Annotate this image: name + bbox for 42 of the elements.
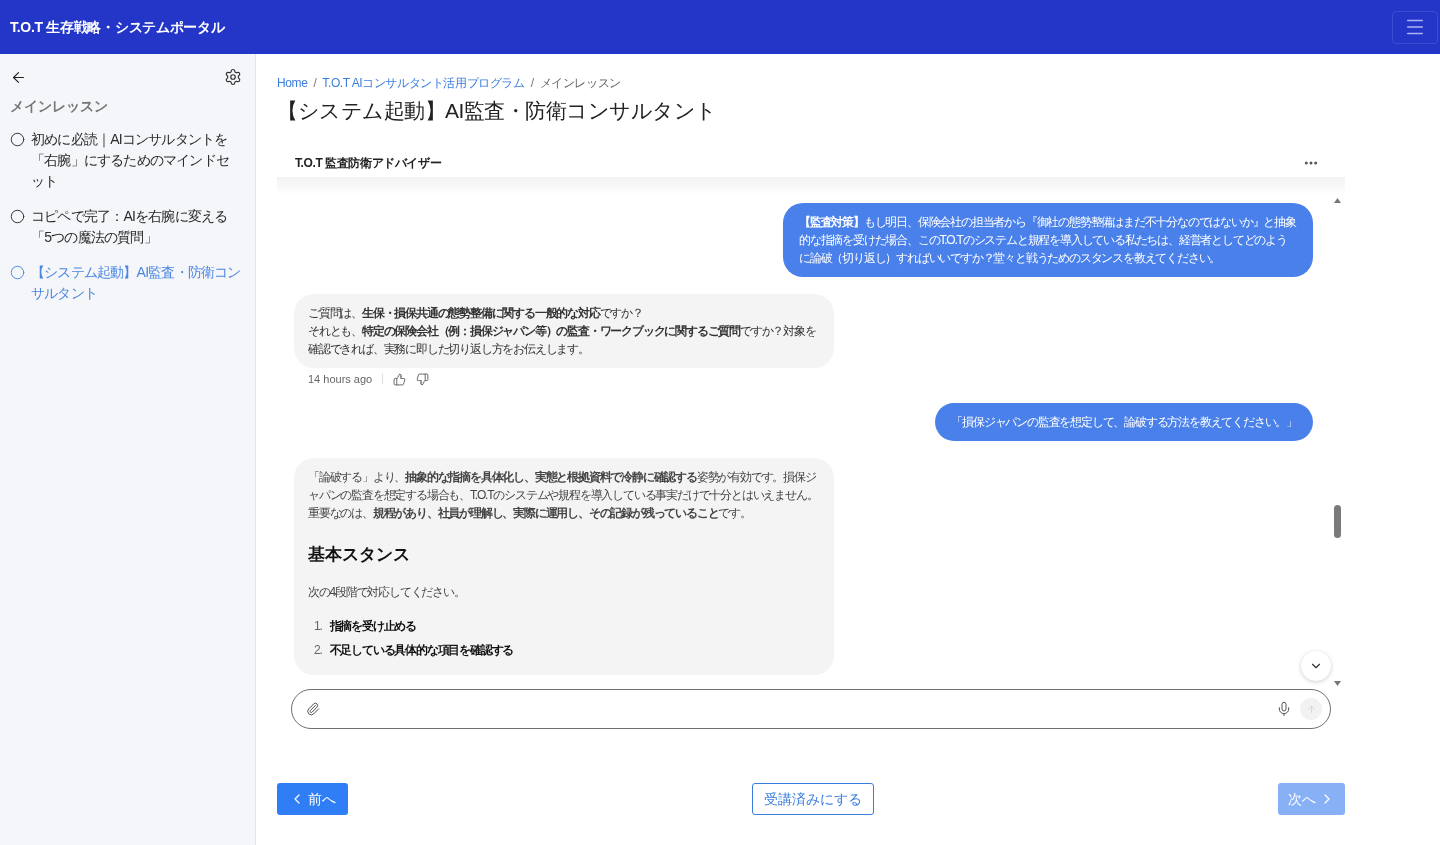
scrollbar-thumb[interactable] (1334, 505, 1341, 538)
message-time: 14 hours ago (308, 371, 373, 387)
attach-button[interactable] (306, 702, 320, 716)
breadcrumb-current: メインレッスン (539, 75, 621, 91)
thumbs-up-button[interactable] (393, 372, 407, 386)
thumbs-down-button[interactable] (416, 372, 430, 386)
lesson-link[interactable]: 初めに必読｜AIコンサルタントを「右腕」にするためのマインドセット (10, 129, 245, 192)
lesson-link[interactable]: コピペで完了：AIを右腕に変える「5つの魔法の質問」 (10, 206, 245, 248)
scroll-up-icon[interactable] (1334, 198, 1341, 203)
list-number: 1. (314, 618, 322, 635)
paperclip-icon (306, 702, 320, 716)
sidebar-section-title: メインレッスン (10, 97, 109, 116)
settings-button[interactable] (224, 68, 242, 86)
list-item-text: 指摘を受け止める (329, 618, 416, 635)
voice-input-button[interactable] (1276, 701, 1292, 717)
chat-title: T.O.T 監査防衛アドバイザー (295, 155, 442, 172)
previous-button[interactable]: 前へ (277, 783, 348, 815)
user-message: 「損保ジャパンの監査を想定して、論破する方法を教えてください。」 (935, 403, 1313, 441)
user-message: 【監査対策】もし明日、保険会社の担当者から『御社の態勢整備はまだ不十分なのではないか』と抽象的な指摘を受けた場合、このT.O.Tのシステムと規程を導入している私たちは、経営者としてどのように論破（切り返し）すればいいですか？堂々と戦うためのスタンスを教えてください。 (783, 203, 1313, 277)
breadcrumb-link[interactable]: Home (277, 75, 308, 91)
list-item-text: 不足している具体的な項目を確認する (329, 642, 514, 659)
site-title: T.O.T 生存戦略・システムポータル (10, 17, 225, 37)
microphone-icon (1276, 701, 1292, 717)
breadcrumb-separator: / (313, 75, 317, 91)
mark-complete-button[interactable]: 受講済みにする (752, 783, 874, 815)
thumbs-up-icon (393, 372, 407, 386)
lesson-link[interactable]: 【システム起動】AI監査・防衛コンサルタント (10, 262, 245, 304)
scroll-down-icon[interactable] (1334, 681, 1341, 686)
page-title: 【システム起動】AI監査・防衛コンサルタント (277, 98, 718, 124)
menu-button[interactable] (1392, 10, 1438, 44)
send-arrow-icon (1305, 703, 1317, 715)
message-text: ご質問は、生保・損保共通の態勢整備に関する一般的な対応ですか？ (308, 305, 644, 322)
list-number: 2. (314, 642, 322, 659)
breadcrumb-separator: / (530, 75, 534, 91)
settings-icon (224, 68, 242, 86)
breadcrumb-link[interactable]: T.O.T AIコンサルタント活用プログラム (322, 75, 525, 91)
message-heading: 基本スタンス (308, 544, 411, 566)
thumbs-down-icon (416, 372, 430, 386)
message-text: 「論破する」より、抽象的な指摘を具体化し、実態と根拠資料で冷静に確認する姿勢が有効です。損保ジャパンの監査を想定する場合も、T.O.Tのシステムや規程を導入している事実だけで十分とはいえません。重要なのは、規程があり、社員が理解し、実際に運用し、その記録が残っていることです。 (308, 469, 819, 522)
message-text: それとも、特定の保険会社（例：損保ジャパン等）の監査・ワークブックに関するご質問ですか？対象を確認できれば、実務に即した切り返し方をお伝えします。 (308, 323, 817, 358)
message-text: 次の4段階で対応してください。 (308, 584, 466, 601)
message-input-field[interactable] (291, 689, 1331, 729)
